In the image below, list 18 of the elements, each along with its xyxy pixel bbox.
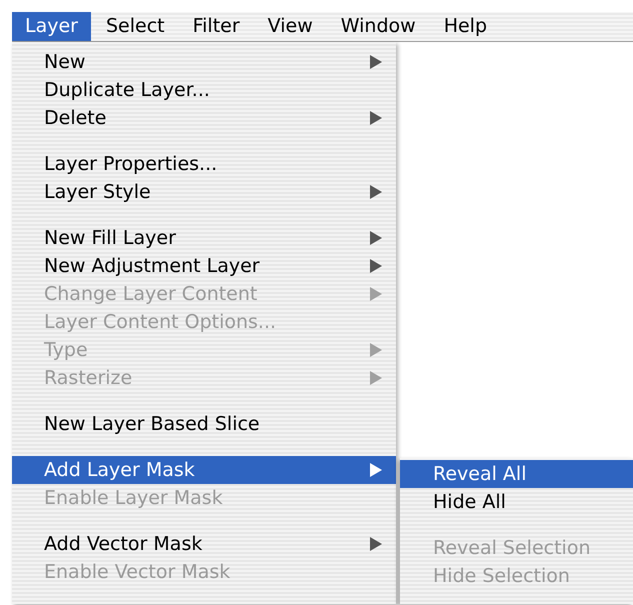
- menu-item[interactable]: New Adjustment Layer: [12, 252, 396, 280]
- menu-item[interactable]: Layer Properties...: [12, 150, 396, 178]
- menu-bar-item[interactable]: Help: [430, 12, 500, 41]
- menu-bar-item[interactable]: View: [254, 12, 326, 41]
- menu-item[interactable]: Delete: [12, 104, 396, 132]
- menu-item[interactable]: Add Layer Mask: [12, 456, 396, 484]
- menu-item[interactable]: New Layer Based Slice: [12, 410, 396, 438]
- menu-bar-item[interactable]: Window: [328, 12, 429, 41]
- menu-bar-item[interactable]: Select: [92, 12, 178, 41]
- menu-bar-item[interactable]: Layer: [12, 12, 91, 41]
- menu-item[interactable]: New Fill Layer: [12, 224, 396, 252]
- menu-item[interactable]: Add Vector Mask: [12, 530, 396, 558]
- menu-item[interactable]: Duplicate Layer...: [12, 76, 396, 104]
- menu-item[interactable]: New: [12, 48, 396, 76]
- menu-bar-item[interactable]: Filter: [180, 12, 253, 41]
- menu-item[interactable]: Layer Style: [12, 178, 396, 206]
- menu-item[interactable]: Reveal All: [400, 460, 633, 488]
- menu-item[interactable]: Hide All: [400, 488, 633, 516]
